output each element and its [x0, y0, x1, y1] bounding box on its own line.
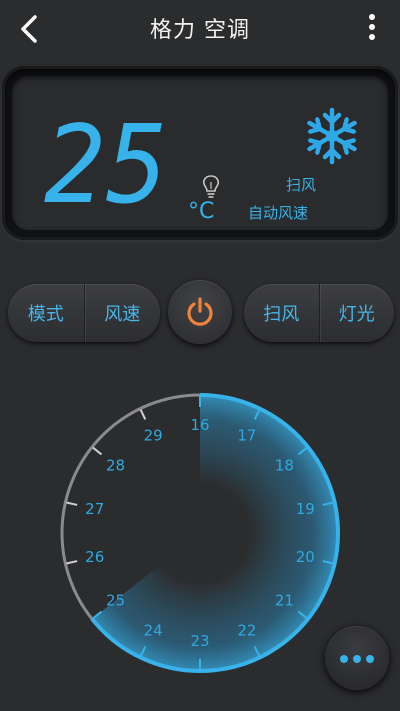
dial-label-25[interactable]: 25	[106, 591, 125, 609]
mode-button[interactable]: 模式	[8, 284, 84, 342]
snowflake-icon	[307, 107, 357, 165]
more-button[interactable]	[325, 626, 389, 690]
dial-label-20[interactable]: 20	[296, 548, 315, 566]
dial-label-27[interactable]: 27	[85, 500, 104, 518]
light-button[interactable]: 灯光	[320, 284, 395, 342]
fan-speed-status: 自动风速	[248, 204, 309, 222]
dial-tick	[139, 409, 147, 420]
dial-tick	[66, 501, 78, 506]
dial-label-16[interactable]: 16	[190, 416, 209, 434]
swing-status: 扫风	[286, 176, 317, 194]
temperature-unit: °C	[188, 199, 215, 224]
lightbulb-icon	[202, 175, 220, 198]
dial-label-22[interactable]: 22	[237, 621, 256, 639]
power-icon	[187, 297, 213, 326]
fan-speed-button[interactable]: 风速	[85, 284, 161, 342]
dial-tick	[66, 560, 78, 565]
power-button[interactable]	[168, 280, 232, 344]
page-title: 格力 空调	[150, 18, 250, 43]
top-bar: 格力 空调	[0, 0, 400, 58]
dial-label-18[interactable]: 18	[275, 457, 294, 475]
dial-tick	[92, 446, 103, 456]
dial-label-21[interactable]: 21	[275, 591, 294, 609]
temperature-display: 25 °C 扫风 自动风速	[2, 66, 398, 240]
dial-label-17[interactable]: 17	[237, 427, 256, 445]
mode-fan-group: 模式 风速	[8, 284, 160, 342]
dial-label-28[interactable]: 28	[106, 457, 125, 475]
dial-label-26[interactable]: 26	[85, 548, 104, 566]
dial-label-24[interactable]: 24	[144, 621, 163, 639]
svg-text:25: 25	[44, 116, 168, 216]
dial-label-19[interactable]: 19	[296, 500, 315, 518]
swing-button[interactable]: 扫风	[244, 284, 319, 342]
dial-label-29[interactable]: 29	[144, 427, 163, 445]
dial-label-23[interactable]: 23	[190, 632, 209, 650]
more-vertical-icon[interactable]	[362, 10, 382, 50]
swing-light-group: 扫风 灯光	[244, 284, 394, 342]
temperature-value: 25	[44, 116, 168, 216]
